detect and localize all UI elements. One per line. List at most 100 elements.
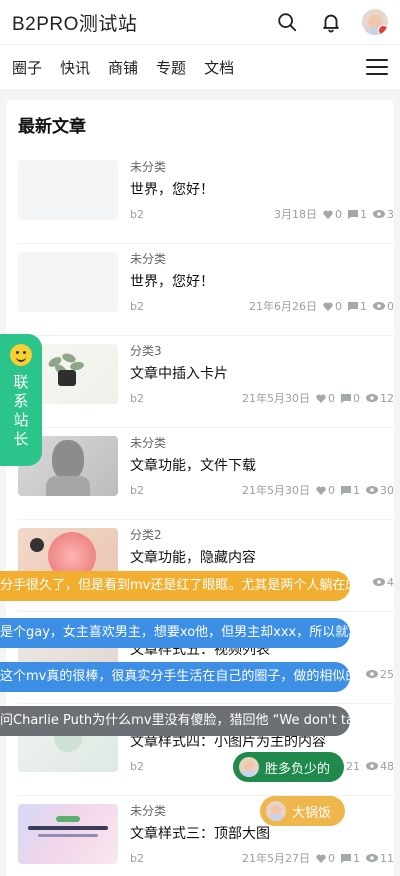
hamburger-menu-icon[interactable] [366, 59, 388, 75]
article-meta: b2 3月18日 0 1 3 [130, 206, 394, 222]
pill-avatar [239, 757, 259, 777]
pill-label: 大锅饭 [292, 805, 332, 821]
comment-icon [341, 393, 351, 403]
article-title[interactable]: 文章功能，文件下载 [130, 455, 256, 475]
views-stat: 12 [366, 392, 394, 405]
heart-icon [316, 394, 326, 403]
danmaku-message: 问Charlie Puth为什么mv里没有傻脸，猎回他 “We don't ta… [0, 706, 350, 736]
pill-avatar [266, 801, 286, 821]
nav-item-docs[interactable]: 文档 [204, 57, 234, 78]
article-item[interactable]: 未分类 文章功能，文件下载 b2 21年5月30日 0 1 30 [18, 428, 394, 520]
article-title[interactable]: 文章样式三：顶部大图 [130, 823, 270, 843]
likes-stat: 0 [323, 208, 342, 221]
eye-icon [366, 854, 378, 862]
heart-icon [323, 210, 333, 219]
article-date: 21 [346, 759, 360, 773]
article-item[interactable]: 未分类 世界，您好！ b2 21年6月26日 0 1 0 [18, 244, 394, 336]
views-stat: 4 [373, 576, 394, 589]
search-icon[interactable] [274, 9, 300, 35]
article-thumbnail[interactable] [18, 252, 118, 312]
article-date: 21年5月27日 [242, 852, 310, 865]
heart-icon [316, 854, 326, 863]
danmaku-message: 是个gay，女主喜欢男主，想要xo他，但男主却xxx，所以就。 [0, 618, 350, 648]
article-category[interactable]: 未分类 [130, 158, 166, 175]
article-category[interactable]: 未分类 [130, 250, 166, 267]
article-thumbnail[interactable] [18, 160, 118, 220]
article-item[interactable]: 分类3 文章中插入卡片 b2 21年5月30日 0 0 12 [18, 336, 394, 428]
heart-icon [323, 302, 333, 311]
nav-item-flash[interactable]: 快讯 [60, 57, 90, 78]
article-title[interactable]: 文章功能，隐藏内容 [130, 547, 256, 567]
article-author[interactable]: b2 [130, 760, 144, 773]
eye-icon [366, 394, 378, 402]
likes-stat: 0 [316, 392, 335, 405]
comment-icon [348, 209, 358, 219]
article-meta: b2 21年6月26日 0 1 0 [130, 298, 394, 314]
eye-icon [366, 762, 378, 770]
nav-item-circle[interactable]: 圈子 [12, 57, 42, 78]
eye-icon [366, 486, 378, 494]
smile-icon [10, 344, 32, 366]
pill-label: 胜多负少的 [265, 761, 331, 777]
eye-icon [366, 670, 378, 678]
article-category[interactable]: 未分类 [130, 434, 166, 451]
main-nav: 圈子 快讯 商铺 专题 文档 [0, 44, 400, 89]
article-title[interactable]: 文章中插入卡片 [130, 363, 228, 383]
danmaku-user-pill[interactable]: 胜多负少的 [233, 752, 345, 782]
article-author[interactable]: b2 [130, 300, 144, 313]
article-date: 21年5月30日 [242, 392, 310, 405]
article-author[interactable]: b2 [130, 392, 144, 405]
article-title[interactable]: 世界，您好！ [130, 271, 214, 291]
comment-icon [348, 301, 358, 311]
lock-icon [30, 538, 44, 552]
site-logo[interactable]: B2PRO测试站 [12, 9, 137, 36]
nav-item-topics[interactable]: 专题 [156, 57, 186, 78]
article-author[interactable]: b2 [130, 208, 144, 221]
top-header: B2PRO测试站 [0, 0, 400, 44]
eye-icon [373, 578, 385, 586]
heart-icon [316, 486, 326, 495]
danmaku-message: 这个mv真的很棒，很真实分手生活在自己的圈子，做的相似的 [0, 662, 350, 692]
bell-icon[interactable] [318, 9, 344, 35]
header-actions [274, 9, 388, 35]
comments-stat: 1 [341, 852, 360, 865]
article-title[interactable]: 世界，您好！ [130, 179, 214, 199]
article-category[interactable]: 分类2 [130, 526, 162, 543]
contact-owner-label: 联系站长 [11, 374, 30, 450]
comments-stat: 1 [348, 208, 367, 221]
article-category[interactable]: 分类3 [130, 342, 162, 359]
danmaku-user-pill[interactable]: 大锅饭 [260, 796, 346, 826]
eye-icon [373, 302, 385, 310]
likes-stat: 0 [323, 300, 342, 313]
eye-icon [373, 210, 385, 218]
views-stat: 25 [366, 668, 394, 681]
nav-item-shop[interactable]: 商铺 [108, 57, 138, 78]
user-avatar[interactable] [362, 9, 388, 35]
views-stat: 11 [366, 852, 394, 865]
article-date: 21年5月30日 [242, 484, 310, 497]
article-thumbnail[interactable] [18, 804, 118, 864]
article-item[interactable]: 未分类 世界，您好！ b2 3月18日 0 1 3 [18, 152, 394, 244]
article-meta: b2 21年5月30日 0 0 12 [130, 390, 394, 406]
views-stat: 30 [366, 484, 394, 497]
article-date: 3月18日 [274, 208, 317, 221]
likes-stat: 0 [316, 484, 335, 497]
article-author[interactable]: b2 [130, 852, 144, 865]
comments-stat: 1 [341, 484, 360, 497]
avatar-badge [378, 25, 388, 35]
article-meta: b2 21年5月30日 0 1 30 [130, 482, 394, 498]
comments-stat: 1 [348, 300, 367, 313]
article-author[interactable]: b2 [130, 484, 144, 497]
danmaku-message: 分手很久了，但是看到mv还是红了眼眶。尤其是两个人躺在床 [0, 571, 350, 601]
comment-icon [341, 485, 351, 495]
article-category[interactable]: 未分类 [130, 802, 166, 819]
views-stat: 3 [373, 208, 394, 221]
views-stat: 48 [366, 760, 394, 773]
contact-owner-tab[interactable]: 联系站长 [0, 334, 42, 466]
likes-stat: 0 [316, 852, 335, 865]
comments-stat: 0 [341, 392, 360, 405]
article-meta: b2 21年5月27日 0 1 11 [130, 850, 394, 866]
section-title: 最新文章 [18, 117, 86, 137]
views-stat: 0 [373, 300, 394, 313]
comment-icon [341, 853, 351, 863]
